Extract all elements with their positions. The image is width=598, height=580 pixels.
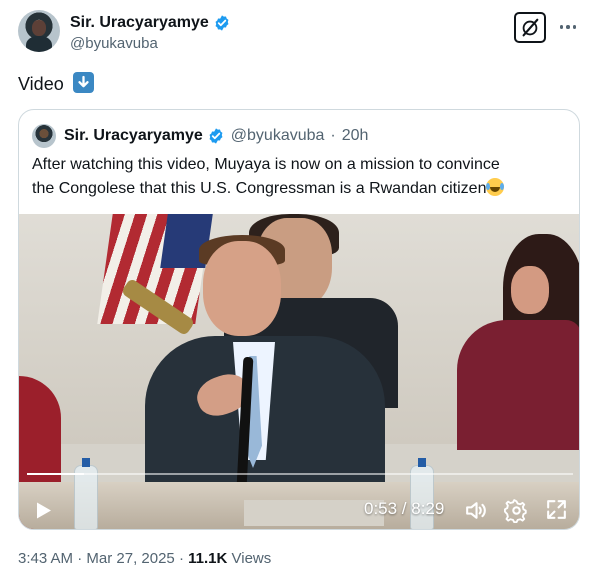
quoted-author-handle[interactable]: @byukavuba	[231, 127, 325, 145]
play-icon[interactable]	[36, 501, 52, 520]
post-time[interactable]: 3:43 AM	[18, 550, 73, 567]
quoted-text-line-2: the Congolese that this U.S. Congressman…	[32, 180, 487, 197]
quoted-author-name[interactable]: Sir. Uracyaryamye	[64, 127, 203, 145]
footer-separator: ·	[77, 550, 83, 567]
video-frame	[19, 214, 579, 529]
tweet-text: Video	[18, 72, 94, 96]
settings-icon[interactable]	[504, 498, 529, 523]
down-arrow-icon	[78, 75, 89, 88]
avatar-face	[32, 20, 46, 36]
grok-button[interactable]	[514, 12, 546, 43]
author-handle[interactable]: @byukavuba	[70, 35, 158, 52]
tweet-text-content: Video	[18, 74, 64, 94]
quoted-tweet-header: Sir. Uracyaryamye @byukavuba · 20h	[32, 124, 368, 148]
more-icon-dot	[566, 25, 570, 29]
tears-of-joy-emoji-icon	[486, 178, 505, 196]
person-right-face	[511, 266, 549, 314]
fullscreen-icon[interactable]	[544, 497, 569, 522]
post-date[interactable]: Mar 27, 2025	[86, 550, 174, 567]
more-button[interactable]	[553, 12, 583, 42]
down-arrow-emoji-icon	[72, 72, 94, 93]
views-count: 11.1K	[188, 550, 228, 567]
quoted-tweet-text: After watching this video, Muyaya is now…	[32, 153, 572, 201]
tweet-header: Sir. Uracyaryamye @byukavuba	[18, 10, 583, 58]
video-time: 0:53 / 8:29	[364, 499, 445, 518]
tweet-footer: 3:43 AM · Mar 27, 2025 · 11.1K Views	[18, 550, 271, 567]
more-icon-dot	[572, 25, 577, 29]
grok-icon	[522, 18, 539, 36]
meta-separator: ·	[330, 127, 336, 144]
quoted-text-line-1: After watching this video, Muyaya is now…	[32, 156, 500, 173]
video-progress-bar[interactable]	[27, 473, 573, 475]
author-avatar[interactable]	[18, 10, 60, 52]
author-name-line: Sir. Uracyaryamye	[70, 12, 231, 34]
verified-badge-icon	[215, 15, 229, 31]
video-controls: 0:53 / 8:29	[19, 489, 579, 529]
more-icon-dot	[559, 25, 564, 29]
volume-icon[interactable]	[463, 498, 488, 523]
video-player[interactable]: 0:53 / 8:29	[19, 214, 579, 529]
person-right-jacket	[457, 320, 579, 450]
quoted-tweet-age[interactable]: 20h	[342, 127, 369, 145]
views-label: Views	[231, 550, 272, 567]
footer-separator: ·	[178, 550, 184, 567]
video-progress-fill	[27, 473, 84, 475]
verified-badge-icon	[209, 128, 223, 144]
quoted-author-avatar[interactable]	[32, 124, 56, 148]
quoted-tweet[interactable]: Sir. Uracyaryamye @byukavuba · 20h After…	[18, 109, 580, 530]
author-name[interactable]: Sir. Uracyaryamye	[70, 14, 209, 32]
speaker-face	[203, 241, 281, 336]
avatar-body	[26, 36, 52, 52]
